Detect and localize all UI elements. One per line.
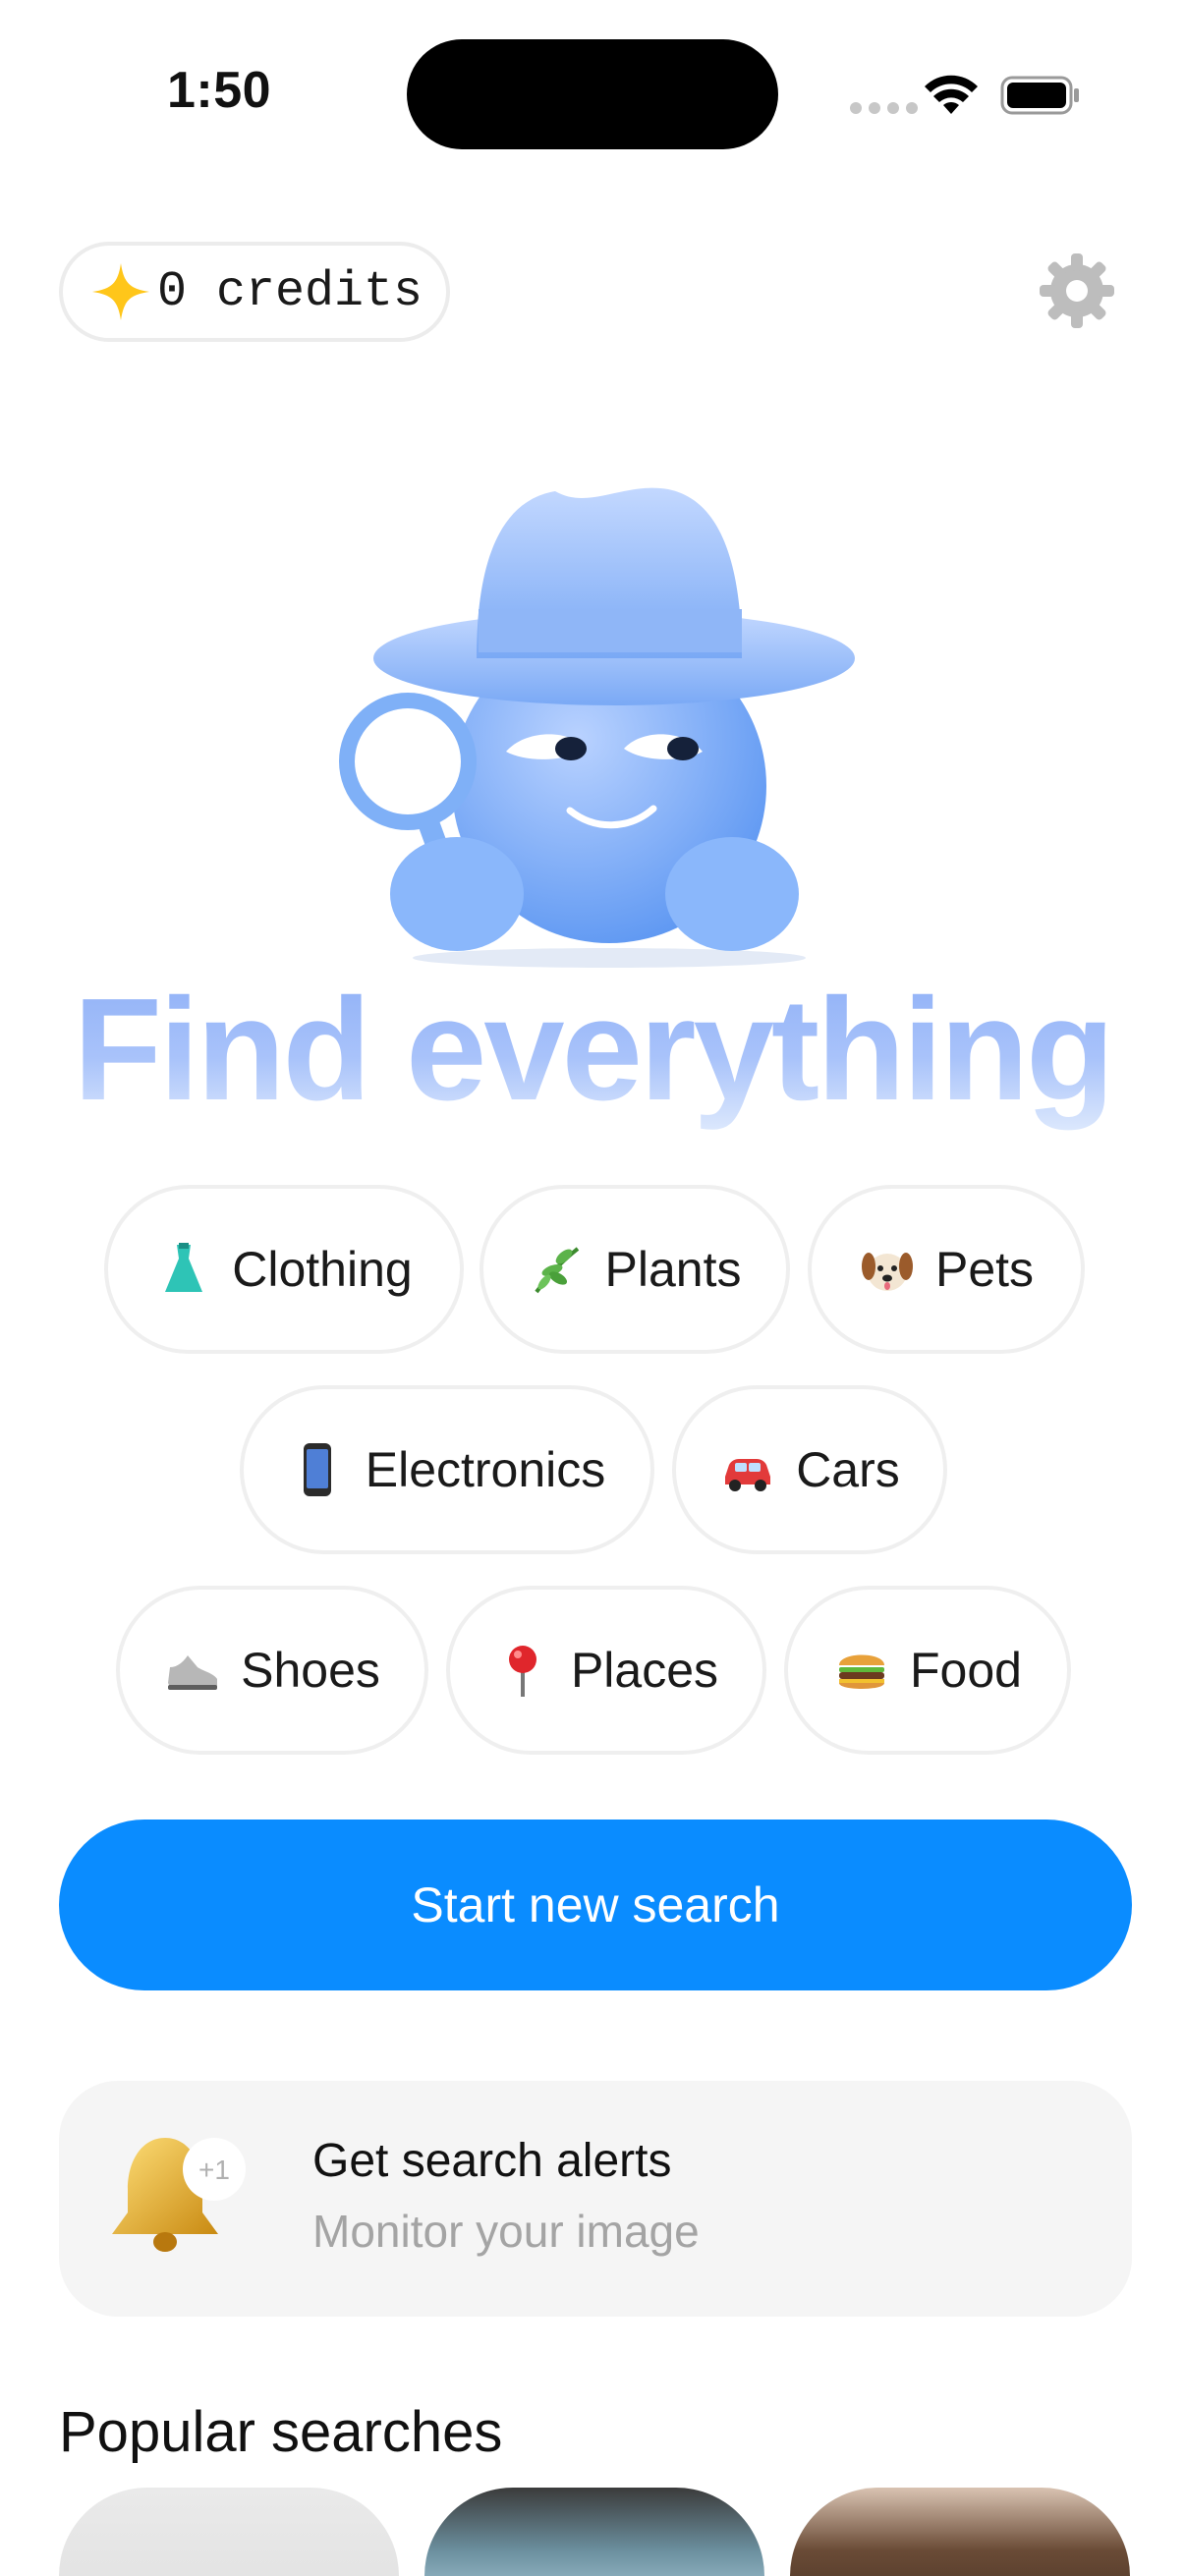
herb-icon	[529, 1241, 586, 1298]
alert-count-badge: +1	[198, 2155, 230, 2185]
running-shoe-icon	[164, 1642, 221, 1699]
popular-search-thumbnail[interactable]	[59, 2488, 399, 2576]
car-icon	[719, 1441, 776, 1498]
chip-clothing[interactable]: Clothing	[104, 1185, 464, 1354]
wifi-icon	[925, 75, 978, 114]
cellular-signal-icon	[850, 102, 918, 114]
dog-face-icon	[859, 1241, 916, 1298]
dynamic-island	[407, 39, 778, 149]
mobile-phone-icon	[289, 1441, 346, 1498]
detective-mascot-illustration	[339, 487, 855, 968]
popular-search-thumbnail[interactable]	[424, 2488, 764, 2576]
credits-button[interactable]: 0 credits	[59, 242, 450, 342]
sparkle-icon	[92, 263, 149, 320]
chip-shoes[interactable]: Shoes	[116, 1586, 428, 1755]
credits-label: 0 credits	[157, 263, 423, 320]
status-time: 1:50	[167, 62, 272, 119]
alerts-subtitle: Monitor your image	[312, 2206, 700, 2257]
chip-places[interactable]: Places	[446, 1586, 766, 1755]
search-alerts-card[interactable]: +1 Get search alerts Monitor your image	[59, 2081, 1132, 2317]
bell-icon: +1	[112, 2138, 246, 2252]
chip-plants[interactable]: Plants	[480, 1185, 790, 1354]
chip-pets[interactable]: Pets	[808, 1185, 1085, 1354]
alerts-title: Get search alerts	[312, 2135, 672, 2187]
headline: Find everything	[0, 970, 1185, 1131]
battery-icon	[1000, 76, 1079, 115]
gear-icon[interactable]	[1038, 252, 1116, 330]
chip-cars[interactable]: Cars	[672, 1385, 947, 1554]
hamburger-icon	[833, 1642, 890, 1699]
dress-icon	[155, 1241, 212, 1298]
chip-food[interactable]: Food	[784, 1586, 1071, 1755]
start-new-search-button[interactable]: Start new search	[59, 1820, 1132, 1990]
round-pushpin-icon	[494, 1642, 551, 1699]
chip-electronics[interactable]: Electronics	[240, 1385, 654, 1554]
popular-search-thumbnail[interactable]	[790, 2488, 1130, 2576]
popular-searches-title: Popular searches	[59, 2400, 503, 2464]
